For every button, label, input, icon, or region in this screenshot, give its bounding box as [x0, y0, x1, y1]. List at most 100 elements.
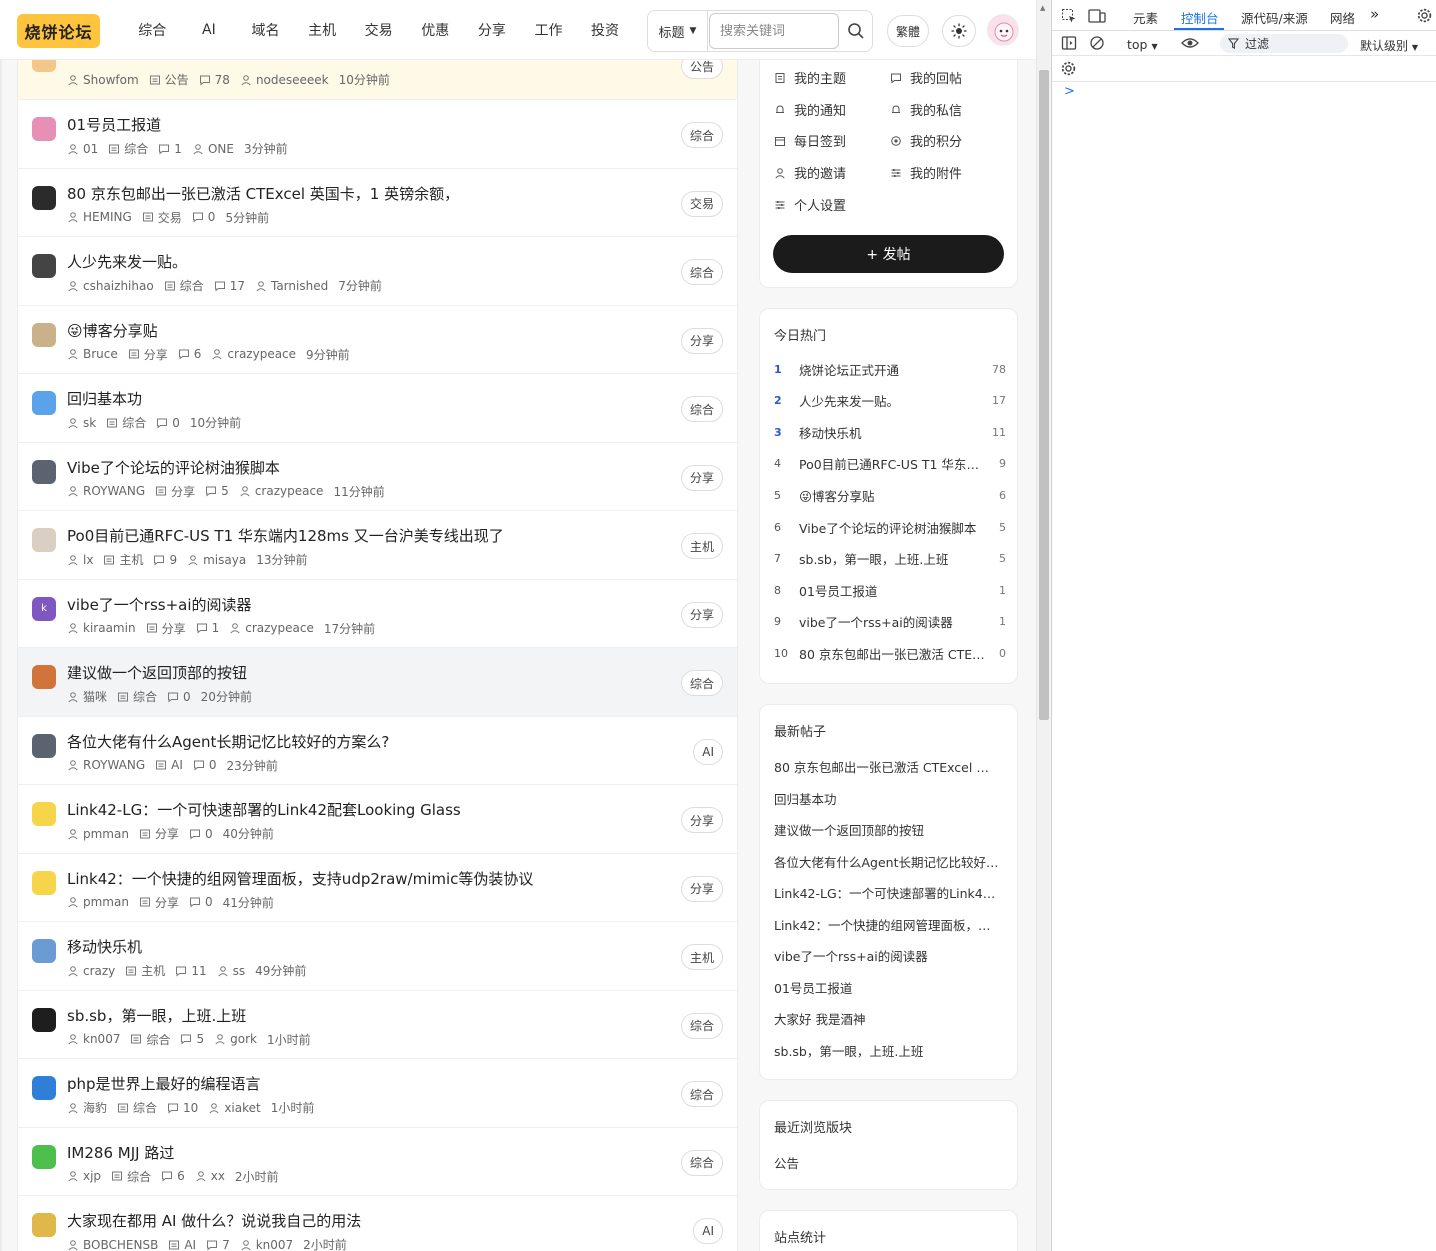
- topic-title[interactable]: 回归基本功: [67, 388, 142, 409]
- topic-author[interactable]: cshaizhihao: [67, 279, 154, 293]
- topic-board[interactable]: 分享: [146, 620, 186, 637]
- topic-author[interactable]: crazy: [67, 964, 115, 978]
- topic-title[interactable]: IM286 MJJ 路过: [67, 1142, 174, 1163]
- topic-last-replier[interactable]: crazypeace: [239, 484, 323, 498]
- topic-author[interactable]: pmman: [67, 895, 129, 909]
- topic-row[interactable]: 80 京东包邮出一张已激活 CTExcel 英国卡，1 英镑余额， HEMING 交…: [18, 169, 737, 237]
- user-menu-item[interactable]: 我的私信: [890, 100, 962, 119]
- eye-icon[interactable]: [1181, 36, 1199, 50]
- devtools-tab-network[interactable]: 网络: [1330, 8, 1355, 27]
- latest-post-item[interactable]: 大家好 我是酒神: [774, 1009, 1000, 1028]
- topic-row[interactable]: Link42：一个快捷的组网管理面板，支持udp2raw/mimic等伪装协议 p…: [18, 854, 737, 922]
- more-tabs-icon[interactable]: »: [1370, 5, 1379, 23]
- topic-row[interactable]: 建议做一个返回顶部的按钮 猫咪 综合 0 20分钟前 综合: [18, 648, 737, 717]
- hot-item[interactable]: 2 人少先来发一贴。 17: [774, 391, 1006, 411]
- devtools-tab-elements[interactable]: 元素: [1133, 8, 1158, 27]
- category-badge[interactable]: 主机: [680, 533, 723, 559]
- topic-title[interactable]: 01号员工报道: [67, 114, 161, 135]
- user-menu-item[interactable]: 每日签到: [774, 131, 846, 150]
- console-filter-input[interactable]: 过滤: [1220, 34, 1348, 53]
- settings-gear-icon[interactable]: [1416, 7, 1433, 24]
- nav-item[interactable]: 投资: [577, 0, 634, 60]
- topic-author[interactable]: 海豹: [67, 1099, 107, 1116]
- sidebar-toggle-icon[interactable]: [1061, 35, 1077, 51]
- topic-board[interactable]: 分享: [155, 483, 195, 500]
- topic-row[interactable]: sb.sb，第一眼，上班.上班 kn007 综合 5 gork 1小时前 综合: [18, 991, 737, 1059]
- topic-board[interactable]: 交易: [142, 209, 182, 226]
- author-avatar[interactable]: [32, 802, 56, 826]
- category-badge[interactable]: AI: [693, 1218, 723, 1244]
- topic-author[interactable]: kn007: [67, 1032, 120, 1046]
- category-badge[interactable]: 分享: [680, 807, 723, 833]
- topic-last-replier[interactable]: crazypeace: [229, 621, 314, 635]
- topic-last-replier[interactable]: gork: [214, 1032, 257, 1046]
- topic-board[interactable]: 综合: [130, 1031, 170, 1048]
- category-badge[interactable]: 交易: [680, 190, 723, 217]
- site-logo[interactable]: 烧饼论坛: [17, 14, 100, 48]
- category-badge[interactable]: 分享: [680, 875, 723, 902]
- topic-last-replier[interactable]: kn007: [240, 1238, 293, 1251]
- topic-author[interactable]: ROYWANG: [67, 758, 145, 772]
- category-badge[interactable]: 主机: [680, 944, 723, 970]
- user-menu-item[interactable]: 我的主题: [774, 68, 846, 87]
- category-badge[interactable]: 分享: [680, 327, 723, 354]
- inspect-element-icon[interactable]: [1061, 8, 1077, 24]
- topic-author[interactable]: 01: [67, 142, 98, 156]
- topic-author[interactable]: kiraamin: [67, 621, 136, 635]
- topic-board[interactable]: 综合: [106, 414, 146, 431]
- category-badge[interactable]: AI: [693, 738, 723, 765]
- nav-item[interactable]: 分享: [464, 0, 521, 60]
- console-prompt[interactable]: >: [1064, 84, 1075, 99]
- user-menu-item[interactable]: 我的积分: [890, 131, 962, 150]
- latest-post-item[interactable]: 01号员工报道: [774, 978, 1000, 997]
- topic-title[interactable]: vibe了一个rss+ai的阅读器: [67, 594, 252, 615]
- topic-board[interactable]: 主机: [125, 962, 165, 979]
- hot-item[interactable]: 4 Po0目前已通RFC-US T1 华东端内128ms 9: [774, 454, 1006, 474]
- author-avatar[interactable]: k: [32, 596, 56, 621]
- user-menu-item[interactable]: 我的邀请: [774, 163, 846, 182]
- topic-title[interactable]: 建议做一个返回顶部的按钮: [67, 662, 247, 683]
- topic-last-replier[interactable]: ss: [217, 964, 245, 978]
- author-avatar[interactable]: [32, 254, 56, 278]
- topic-board[interactable]: 主机: [103, 551, 143, 568]
- hot-item[interactable]: 5 😜博客分享贴 6: [774, 485, 1006, 505]
- search-icon[interactable]: [846, 21, 866, 41]
- category-badge[interactable]: 综合: [680, 1081, 723, 1107]
- author-avatar[interactable]: [32, 1076, 56, 1100]
- topic-row[interactable]: 回归基本功 sk 综合 0 10分钟前 综合: [18, 374, 737, 443]
- topic-row[interactable]: php是世界上最好的编程语言 海豹 综合 10 xiaket 1小时前 综合: [18, 1059, 737, 1128]
- latest-post-item[interactable]: Link42：一个快捷的组网管理面板，支持udp2raw/mimic等伪装协议: [774, 915, 1000, 934]
- topic-author[interactable]: 猫咪: [67, 688, 107, 705]
- topic-last-replier[interactable]: nodeseeeek: [240, 73, 329, 87]
- hot-item[interactable]: 10 80 京东包邮出一张已激活 CTExcel 英国卡 0: [774, 643, 1006, 663]
- topic-title[interactable]: Po0目前已通RFC-US T1 华东端内128ms 又一台沪美专线出现了: [67, 525, 504, 546]
- topic-board[interactable]: AI: [155, 758, 183, 772]
- topic-title[interactable]: 😜博客分享贴: [67, 320, 158, 341]
- topic-last-replier[interactable]: ONE: [192, 142, 234, 156]
- topic-row[interactable]: Vibe了个论坛的评论树油猴脚本 ROYWANG 分享 5 crazypeace 11分钟…: [18, 443, 737, 511]
- category-badge[interactable]: 综合: [680, 122, 723, 148]
- topic-board[interactable]: AI: [168, 1238, 196, 1251]
- page-scrollbar-thumb[interactable]: [1039, 70, 1049, 720]
- author-avatar[interactable]: [32, 1144, 56, 1169]
- devtools-tab-console[interactable]: 控制台: [1181, 8, 1219, 27]
- category-badge[interactable]: 分享: [680, 601, 723, 628]
- topic-title[interactable]: 80 京东包邮出一张已激活 CTExcel 英国卡，1 英镑余额，: [67, 183, 459, 204]
- topic-board[interactable]: 分享: [139, 894, 179, 911]
- topic-row[interactable]: 各位大佬有什么Agent长期记忆比较好的方案么? ROYWANG AI 0 23分钟前 A…: [18, 717, 737, 785]
- topic-board[interactable]: 分享: [139, 825, 179, 842]
- topic-author[interactable]: xjp: [67, 1169, 101, 1183]
- topic-author[interactable]: BOBCHENSB: [67, 1238, 158, 1251]
- clear-console-icon[interactable]: [1089, 35, 1105, 51]
- theme-toggle-button[interactable]: [942, 15, 976, 47]
- topic-row[interactable]: Po0目前已通RFC-US T1 华东端内128ms 又一台沪美专线出现了 lx 主…: [18, 511, 737, 580]
- topic-title[interactable]: Vibe了个论坛的评论树油猴脚本: [67, 457, 280, 478]
- topic-last-replier[interactable]: xx: [195, 1169, 225, 1183]
- topic-row[interactable]: 人少先来发一贴。 cshaizhihao 综合 17 Tarnished 7分钟前 综合: [18, 237, 737, 306]
- author-avatar[interactable]: [32, 733, 56, 758]
- nav-item[interactable]: AI: [181, 0, 238, 60]
- topic-board[interactable]: 综合: [117, 1099, 157, 1116]
- topic-last-replier[interactable]: misaya: [187, 553, 246, 567]
- search-input[interactable]: [709, 13, 839, 49]
- topic-row[interactable]: k vibe了一个rss+ai的阅读器 kiraamin 分享 1 crazypeace 1…: [18, 580, 737, 648]
